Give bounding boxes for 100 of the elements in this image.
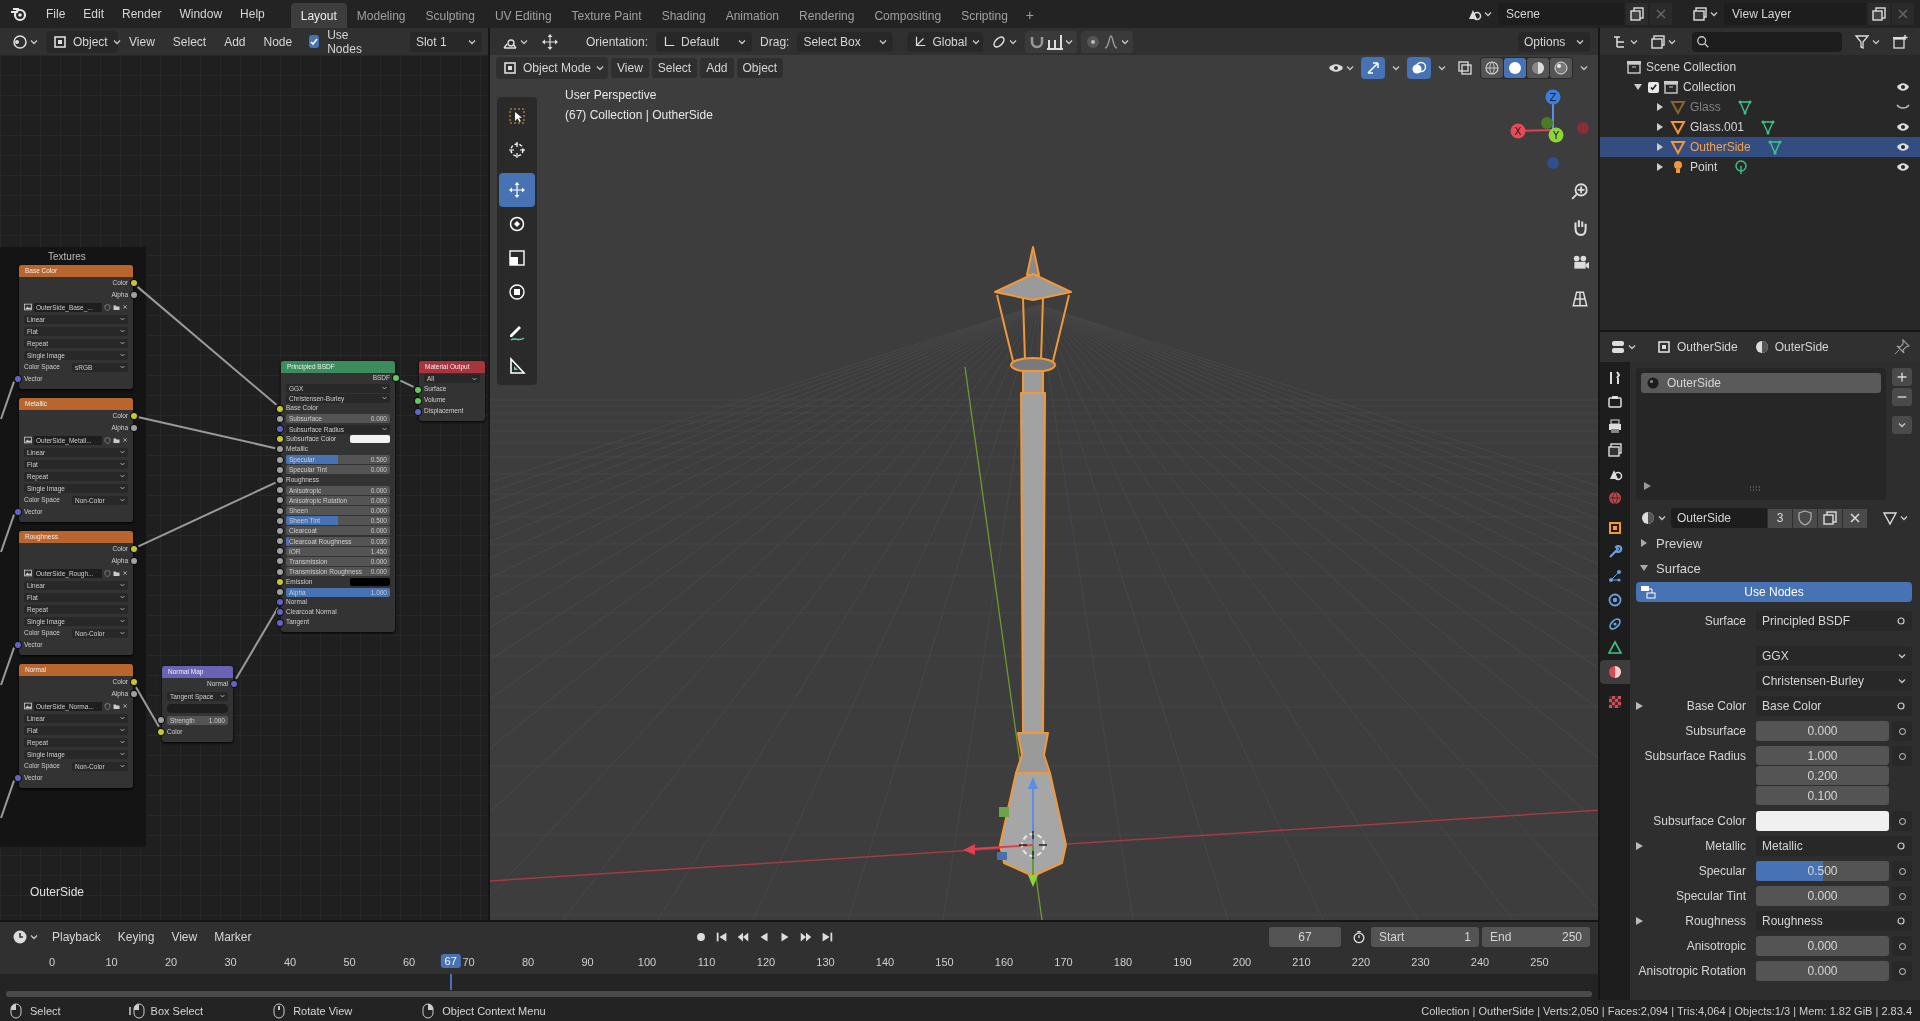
frame-number: 110	[697, 956, 716, 968]
dropdown[interactable]: Christensen-Burley	[1756, 671, 1912, 691]
workspace-tab[interactable]: Rendering	[789, 3, 865, 28]
linked-input-field[interactable]: Principled BSDF	[1756, 611, 1912, 631]
menu-item[interactable]: Add	[217, 31, 253, 52]
menu-item[interactable]: Render	[114, 4, 170, 24]
slider[interactable]: 0.000	[1756, 936, 1889, 956]
workspace-tab[interactable]: Compositing	[864, 3, 952, 28]
slot-dropdown[interactable]: Slot 1	[409, 31, 482, 52]
outliner-item-label[interactable]: Glass	[1690, 100, 1721, 114]
frame-number: 10	[105, 956, 118, 968]
view-info: (67) Collection | OutherSide	[565, 108, 713, 122]
current-frame-field[interactable]: 67	[1269, 927, 1341, 947]
property-label: Anisotropic Rotation	[1638, 964, 1746, 978]
frame-number: 80	[521, 956, 535, 968]
frame-number: 140	[875, 956, 895, 968]
material-breadcrumb[interactable]: OuterSide	[1753, 339, 1829, 355]
number-field[interactable]: 0.100	[1756, 786, 1889, 805]
add-tab-button[interactable]: +	[1017, 1, 1042, 28]
property-label: Metallic	[1705, 839, 1746, 853]
outliner-item-label[interactable]: OutherSide	[1690, 140, 1751, 154]
view-layer-field[interactable]: View Layer	[1724, 3, 1866, 25]
playhead[interactable]: 67	[440, 954, 461, 968]
frame-number: 240	[1470, 956, 1490, 968]
checkbox-label[interactable]: Use Nodes	[323, 28, 366, 56]
panel-title[interactable]: Preview	[1656, 535, 1703, 551]
workspace-tab[interactable]: Texture Paint	[561, 3, 652, 28]
frame-number: 150	[935, 956, 954, 968]
user-count[interactable]: 3	[1768, 508, 1792, 528]
menu-item[interactable]: Object	[736, 58, 784, 78]
outliner-row[interactable]: Glass	[1600, 97, 1920, 117]
slider[interactable]: 0.000	[1756, 721, 1889, 741]
menu-item[interactable]: Edit	[75, 4, 113, 24]
frame-number: 200	[1232, 956, 1252, 968]
workspace-tab[interactable]: Scripting	[951, 3, 1018, 28]
panel-header[interactable]: Preview	[1636, 532, 1912, 554]
material-name-field[interactable]: OuterSide	[1671, 508, 1767, 528]
workspace-tab[interactable]: Animation	[715, 3, 790, 28]
mode-dropdown[interactable]: Object Mode	[496, 57, 608, 79]
frame-number: 70	[462, 956, 475, 968]
menu-item[interactable]: Window	[171, 4, 231, 24]
property-label: Subsurface	[1685, 724, 1746, 738]
linked-input-field[interactable]: Roughness	[1756, 911, 1912, 931]
number-field[interactable]: 0.200	[1756, 766, 1889, 785]
menu-item[interactable]: Add	[700, 58, 734, 78]
dropdown[interactable]: GGX	[1756, 646, 1912, 666]
orientation-gizmo[interactable]: Z X Y	[1510, 89, 1589, 169]
frame-number: 230	[1411, 956, 1430, 968]
menu-item[interactable]: Select	[651, 58, 698, 78]
outliner-row[interactable]: Point	[1600, 157, 1920, 177]
menu-item[interactable]: View	[122, 31, 162, 52]
panel-header[interactable]: Surface	[1636, 557, 1912, 579]
transform-orientation-dropdown[interactable]: Global	[907, 31, 984, 52]
number-field[interactable]: 1.000	[1756, 746, 1889, 765]
menu-item[interactable]: Help	[232, 4, 273, 24]
scene-statistics: Collection | OutherSide | Verts:2,050 | Faces:2,094 | Tris:4,064 | Objects:1/3 | Mem: 1.82 GiB | 2.83.4	[1421, 1004, 1912, 1017]
property-label: Subsurface Radius	[1644, 749, 1746, 763]
frame-number: 160	[994, 956, 1014, 968]
linked-input-field[interactable]: Metallic	[1756, 836, 1912, 856]
outliner-item-label[interactable]: Point	[1690, 160, 1718, 174]
linked-input-field[interactable]: Base Color	[1756, 696, 1912, 716]
menu-item[interactable]: Node	[256, 31, 300, 52]
menu-item[interactable]: View	[164, 927, 205, 947]
material-name-label: OuterSide	[30, 885, 85, 899]
slider[interactable]: 0.000	[1756, 886, 1889, 906]
menu-item[interactable]: File	[38, 4, 74, 24]
panel-title[interactable]: Surface	[1656, 560, 1701, 576]
workspace-tab[interactable]: Layout	[290, 3, 347, 28]
outliner-item-label[interactable]: Collection	[1683, 80, 1736, 94]
outliner-row[interactable]: Glass.001	[1600, 117, 1920, 137]
slider[interactable]: 0.000	[1756, 961, 1889, 981]
workspace-tab[interactable]: Sculpting	[415, 3, 485, 28]
use-nodes-button[interactable]: Use Nodes	[1636, 582, 1912, 602]
menu-item[interactable]: Select	[165, 31, 214, 52]
workspace-tab[interactable]: UV Editing	[484, 3, 562, 28]
material-slot[interactable]: OuterSide	[1641, 373, 1881, 393]
outliner-row[interactable]: OutherSide	[1600, 137, 1920, 157]
status-hint: Object Context Menu	[442, 1004, 546, 1017]
menu-item[interactable]: Keying	[110, 927, 162, 947]
frame-number: 120	[756, 956, 776, 968]
object-dropdown[interactable]: Object	[46, 30, 118, 53]
frame-number: 210	[1292, 956, 1311, 968]
outliner-row[interactable]: Collection	[1600, 77, 1920, 97]
menu-item[interactable]: Marker	[207, 927, 259, 947]
menu-item[interactable]: View	[611, 58, 649, 78]
outliner-item-label[interactable]: Glass.001	[1690, 120, 1745, 134]
outliner-row[interactable]: Scene Collection	[1600, 57, 1920, 77]
workspace-tab[interactable]: Modeling	[346, 3, 416, 28]
frame-number: 50	[343, 956, 356, 968]
property-label: Surface	[1704, 614, 1746, 628]
end-frame-field[interactable]: End 250	[1482, 927, 1590, 947]
scene-field[interactable]: Scene	[1498, 3, 1624, 25]
object-breadcrumb[interactable]: OutherSide	[1656, 339, 1738, 355]
drag-dropdown[interactable]: Select Box	[797, 31, 894, 52]
start-frame-field[interactable]: Start 1	[1371, 927, 1479, 947]
workspace-tab[interactable]: Shading	[651, 3, 716, 28]
orientation-dropdown[interactable]: Default	[656, 31, 753, 52]
outliner-item-label[interactable]: Scene Collection	[1646, 60, 1737, 74]
options-dropdown[interactable]: Options	[1518, 31, 1590, 52]
menu-item[interactable]: Playback	[45, 927, 108, 947]
